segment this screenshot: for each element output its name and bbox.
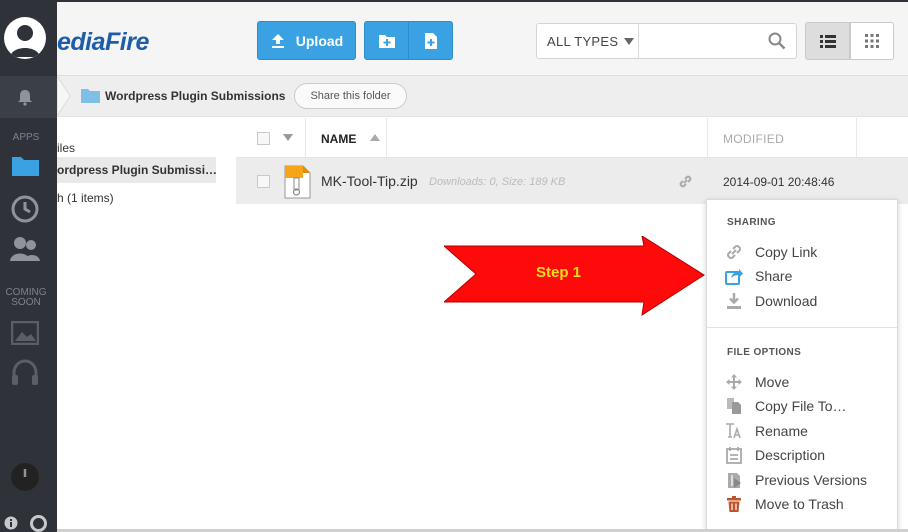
rename-icon bbox=[726, 423, 741, 439]
power-icon[interactable] bbox=[10, 462, 40, 492]
share-icon bbox=[725, 269, 743, 285]
bell-icon bbox=[18, 90, 32, 106]
upload-button[interactable]: Upload bbox=[257, 21, 356, 60]
menu-item-description[interactable]: Description bbox=[725, 445, 825, 465]
user-icon bbox=[10, 25, 40, 57]
menu-item-label: Download bbox=[755, 293, 818, 309]
menu-item-rename[interactable]: Rename bbox=[725, 421, 808, 441]
table-row[interactable]: MK-Tool-Tip.zip Downloads: 0, Size: 189 … bbox=[236, 158, 908, 204]
clock-icon[interactable] bbox=[11, 195, 39, 223]
help-icon[interactable] bbox=[30, 515, 47, 532]
notifications-button[interactable] bbox=[0, 76, 57, 118]
menu-item-label: Move to Trash bbox=[755, 496, 844, 512]
share-folder-button[interactable]: Share this folder bbox=[294, 83, 407, 109]
move-icon bbox=[726, 374, 742, 390]
menu-item-copy-file-to[interactable]: Copy File To… bbox=[725, 396, 847, 416]
menu-item-share[interactable]: Share bbox=[725, 266, 792, 286]
tree-item-trash[interactable]: h (1 items) bbox=[57, 191, 114, 205]
list-view-button[interactable] bbox=[805, 22, 850, 60]
menu-item-move[interactable]: Move bbox=[725, 372, 789, 392]
copy-icon bbox=[727, 398, 741, 414]
menu-item-download[interactable]: Download bbox=[725, 291, 817, 311]
breadcrumb-separator-icon bbox=[57, 76, 71, 116]
new-file-icon bbox=[424, 32, 437, 49]
column-divider bbox=[707, 118, 708, 158]
new-folder-button[interactable] bbox=[364, 21, 409, 60]
grid-view-icon bbox=[865, 34, 879, 48]
breadcrumb: Wordpress Plugin Submissions Share this … bbox=[57, 75, 908, 117]
description-icon bbox=[726, 447, 742, 464]
file-options-section-header: FILE OPTIONS bbox=[727, 347, 802, 358]
menu-item-label: Previous Versions bbox=[755, 472, 868, 488]
file-context-menu: SHARING Copy Link Share Download FILE OP… bbox=[706, 199, 898, 532]
link-icon bbox=[727, 245, 741, 259]
top-header: ediaFire Upload ALL TYPES bbox=[57, 0, 908, 75]
file-modified-date: 2014-09-01 20:48:46 bbox=[723, 175, 835, 189]
column-divider bbox=[305, 118, 306, 158]
apps-label: APPS bbox=[12, 132, 40, 143]
versions-icon bbox=[728, 473, 741, 488]
file-name[interactable]: MK-Tool-Tip.zip bbox=[321, 173, 418, 189]
chevron-down-icon bbox=[624, 37, 635, 45]
menu-item-move-to-trash[interactable]: Move to Trash bbox=[725, 494, 844, 514]
upload-icon bbox=[271, 33, 284, 48]
menu-item-label: Copy File To… bbox=[755, 398, 847, 414]
list-view-icon bbox=[819, 34, 836, 48]
grid-view-button[interactable] bbox=[850, 22, 894, 60]
headphones-icon bbox=[12, 359, 38, 385]
select-all-checkbox[interactable] bbox=[257, 132, 270, 145]
trash-icon bbox=[727, 496, 741, 512]
table-header: NAME MODIFIED bbox=[236, 118, 908, 158]
contacts-icon[interactable] bbox=[10, 235, 40, 261]
avatar[interactable] bbox=[4, 17, 46, 59]
menu-item-label: Copy Link bbox=[755, 244, 818, 260]
step-label: Step 1 bbox=[536, 264, 582, 281]
column-modified-header[interactable]: MODIFIED bbox=[723, 132, 784, 146]
new-folder-icon bbox=[378, 34, 395, 48]
link-icon[interactable] bbox=[678, 174, 693, 189]
menu-item-label: Share bbox=[755, 268, 793, 284]
left-rail: APPS COMING SOON bbox=[0, 0, 57, 532]
search-box: ALL TYPES bbox=[536, 23, 797, 59]
column-name-header[interactable]: NAME bbox=[321, 132, 356, 146]
file-type-filter[interactable]: ALL TYPES bbox=[537, 24, 639, 58]
image-icon bbox=[11, 321, 39, 345]
search-input[interactable] bbox=[645, 28, 755, 54]
mediafire-logo[interactable]: ediaFire bbox=[57, 28, 149, 57]
file-type-filter-label: ALL TYPES bbox=[547, 33, 619, 49]
row-checkbox[interactable] bbox=[257, 175, 270, 188]
column-divider bbox=[856, 118, 857, 158]
new-file-button[interactable] bbox=[408, 21, 453, 60]
menu-item-label: Move bbox=[755, 374, 790, 390]
menu-item-previous-versions[interactable]: Previous Versions bbox=[725, 470, 867, 490]
info-icon[interactable] bbox=[4, 516, 18, 530]
sort-ascending-icon[interactable] bbox=[370, 134, 380, 141]
select-menu-chevron-icon[interactable] bbox=[283, 134, 293, 141]
menu-item-label: Description bbox=[755, 447, 826, 463]
folder-icon bbox=[81, 89, 100, 103]
breadcrumb-folder-name[interactable]: Wordpress Plugin Submissions bbox=[105, 89, 285, 103]
menu-item-copy-link[interactable]: Copy Link bbox=[725, 242, 817, 262]
download-icon bbox=[727, 293, 741, 309]
menu-divider bbox=[707, 327, 897, 328]
sharing-section-header: SHARING bbox=[727, 217, 776, 228]
column-divider bbox=[386, 118, 387, 158]
upload-label: Upload bbox=[295, 32, 344, 49]
tree-item-files[interactable]: iles bbox=[57, 141, 75, 155]
tree-item-selected-folder[interactable]: ordpress Plugin Submissi… bbox=[57, 157, 216, 183]
menu-item-label: Rename bbox=[755, 423, 808, 439]
file-meta: Downloads: 0, Size: 189 KB bbox=[429, 176, 566, 188]
coming-soon-label: COMING SOON bbox=[5, 287, 47, 308]
folder-icon[interactable] bbox=[11, 153, 40, 177]
zip-file-icon bbox=[284, 165, 311, 199]
search-icon[interactable] bbox=[768, 32, 786, 50]
